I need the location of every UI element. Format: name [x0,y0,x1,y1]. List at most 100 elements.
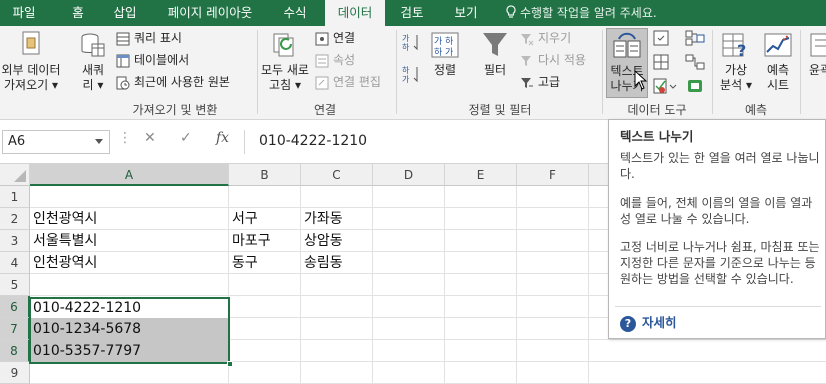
manage-data-model-button[interactable] [684,78,706,98]
lightbulb-icon [506,5,516,18]
svg-text:하: 하 [402,65,410,75]
column-header-c[interactable]: C [301,164,373,186]
recent-sources-button[interactable]: 최근에 사용한 원본 [116,72,230,92]
edit-links-button[interactable]: 연결 편집 [315,72,381,92]
refresh-all-label-2: 고침 ▾ [269,78,301,92]
text-to-columns-icon [613,32,641,58]
flash-fill-button[interactable] [652,30,670,50]
group-label-sort-filter: 정렬 및 필터 [468,103,532,117]
remove-duplicates-button[interactable] [652,54,670,74]
row-header-4[interactable]: 4 [0,252,30,274]
cell-a4[interactable]: 인천광역시 [30,252,228,274]
column-header-a[interactable]: A [30,164,229,186]
sort-dialog-icon: 가 하하 가 [431,32,459,58]
properties-icon [315,54,329,67]
row-header-5[interactable]: 5 [0,274,30,296]
get-external-label-1: 외부 데이터 [1,63,61,77]
confirm-entry-icon[interactable]: ✓ [180,130,192,146]
cell-a2[interactable]: 인천광역시 [30,208,228,230]
tab-review[interactable]: 검토 [392,0,432,26]
sort-button[interactable]: 가하하가 정렬 [428,30,462,78]
tell-me-text: 수행할 작업을 알려 주세요. [520,6,657,20]
row-header-3[interactable]: 3 [0,230,30,252]
svg-text:가: 가 [445,47,453,58]
external-data-icon [22,31,40,55]
get-external-data-button[interactable]: 외부 데이터 가져오기 ▾ [0,30,62,93]
cancel-entry-icon[interactable]: ✕ [144,130,156,146]
column-header-e[interactable]: E [445,164,517,186]
column-header-d[interactable]: D [373,164,445,186]
tell-me-box[interactable]: 수행할 작업을 알려 주세요. [505,0,657,26]
tell-me-more-link[interactable]: ? 자세히 [620,314,677,332]
tab-insert[interactable]: 삽입 [104,0,146,26]
cell-b2[interactable]: 서구 [229,208,300,230]
svg-text:하: 하 [434,47,443,58]
svg-text:?: ? [737,41,746,60]
clear-filter-button[interactable]: 지우기 [520,28,571,48]
tab-view[interactable]: 보기 [446,0,486,26]
consolidate-button[interactable] [684,30,706,50]
column-header-f[interactable]: F [517,164,589,186]
refresh-all-button[interactable]: 모두 새로 고침 ▾ [258,30,312,93]
new-query-icon [81,33,105,57]
filter-label: 필터 [483,63,507,77]
row-header-8[interactable]: 8 [0,340,30,362]
from-table-button[interactable]: 테이블에서 [116,50,189,70]
tab-formulas[interactable]: 수식 [274,0,316,26]
row-header-2[interactable]: 2 [0,208,30,230]
relationships-button[interactable] [684,54,706,74]
forecast-label-1: 예측 [766,63,790,77]
what-if-analysis-button[interactable]: ? 가상 분석 ▾ [716,30,756,93]
row-header-1[interactable]: 1 [0,186,30,208]
tab-page-layout[interactable]: 페이지 레이아웃 [156,0,264,26]
cell-b4[interactable]: 동구 [229,252,300,274]
tooltip-title: 텍스트 나누기 [620,129,694,144]
name-box[interactable]: A6 [2,130,110,154]
gridline [444,186,445,384]
sort-asc-button[interactable]: 가하 [400,32,422,56]
data-validation-button[interactable] [652,78,680,98]
svg-text:하: 하 [445,36,454,47]
ribbon-tab-bar: 파일 홈 삽입 페이지 레이아웃 수식 데이터 검토 보기 수행할 작업을 알려… [0,0,826,26]
group-label-get-transform: 가져오기 및 변환 [132,103,218,117]
svg-text:하: 하 [402,42,410,52]
data-validation-icon [653,78,677,94]
advanced-filter-button[interactable]: 고급 [520,72,560,92]
reapply-button[interactable]: 다시 적용 [520,50,586,70]
mouse-cursor-icon [634,70,648,90]
insert-function-icon[interactable]: fx [216,130,229,146]
outline-button[interactable]: 윤곽 [805,30,826,78]
svg-text:가: 가 [402,75,410,84]
advanced-filter-icon [521,77,533,88]
select-all-corner[interactable] [0,164,30,186]
table-icon [116,54,130,67]
tab-home[interactable]: 홈 [58,0,98,26]
tab-data[interactable]: 데이터 [325,0,385,26]
show-queries-button[interactable]: 쿼리 표시 [116,28,182,48]
fill-handle[interactable] [227,361,233,367]
cell-c3[interactable]: 상암동 [301,230,372,252]
row-header-6[interactable]: 6 [0,296,30,318]
chevron-down-icon[interactable] [95,139,103,144]
forecast-sheet-button[interactable]: 예측 시트 [760,30,796,93]
row-header-7[interactable]: 7 [0,318,30,340]
sort-desc-button[interactable]: 하가 [400,64,422,88]
cell-c4[interactable]: 송림동 [301,252,372,274]
group-label-forecast: 예측 [744,103,768,117]
consolidate-icon [685,30,705,46]
group-label-connections: 연결 [313,103,337,117]
cell-a3[interactable]: 서울특별시 [30,230,228,252]
filter-button[interactable]: 필터 [478,30,512,78]
properties-button[interactable]: 속성 [315,50,355,70]
column-header-b[interactable]: B [229,164,301,186]
connections-button[interactable]: 연결 [315,28,355,48]
new-query-button[interactable]: 새쿼 리 ▾ [74,30,112,93]
tooltip-divider [615,306,821,307]
more-options-icon[interactable]: ⋮ [118,130,132,146]
cell-b3[interactable]: 마포구 [229,230,300,252]
tab-file[interactable]: 파일 [0,0,48,26]
cell-c2[interactable]: 가좌동 [301,208,372,230]
refresh-icon [273,33,294,57]
sort-descending-icon: 하가 [402,65,418,84]
row-header-9[interactable]: 9 [0,362,30,384]
